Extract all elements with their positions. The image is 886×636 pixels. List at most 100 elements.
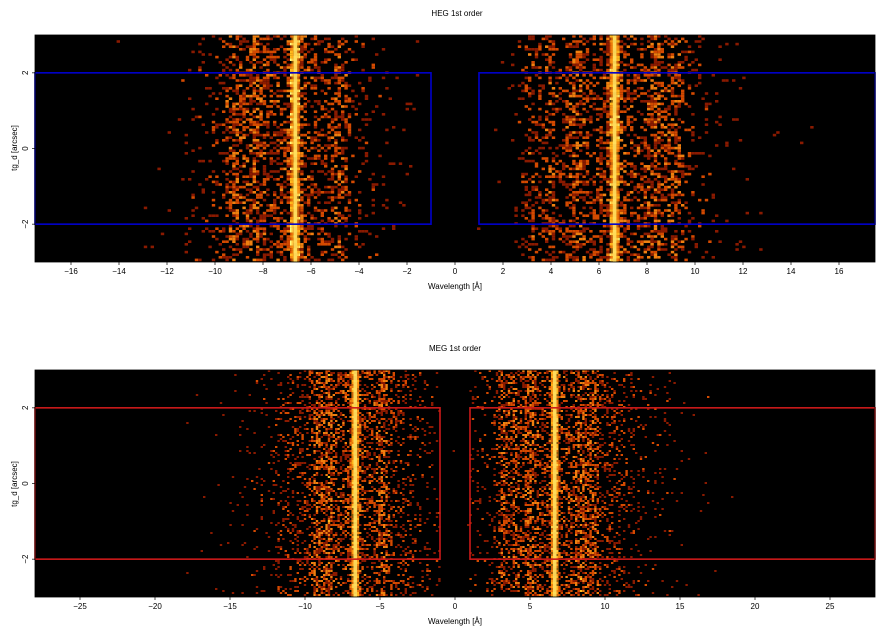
event-pixel <box>626 198 630 202</box>
event-pixel <box>330 398 333 400</box>
event-pixel <box>317 188 321 191</box>
event-pixel <box>674 139 678 142</box>
event-pixel <box>291 528 295 530</box>
event-pixel <box>568 55 573 59</box>
event-pixel <box>334 253 338 256</box>
event-pixel <box>320 538 323 540</box>
event-pixel <box>341 180 345 184</box>
event-pixel <box>335 454 338 456</box>
event-pixel <box>246 514 249 516</box>
event-pixel <box>691 139 695 142</box>
event-pixel <box>277 418 280 420</box>
event-pixel <box>674 154 678 158</box>
event-pixel <box>245 157 250 160</box>
event-pixel <box>330 548 333 550</box>
event-pixel <box>218 206 222 210</box>
event-pixel <box>307 50 311 54</box>
event-pixel <box>538 180 542 184</box>
event-pixel <box>596 144 600 147</box>
event-pixel <box>619 188 624 191</box>
event-pixel <box>647 149 651 152</box>
event-pixel <box>327 438 331 440</box>
event-pixel <box>698 152 702 155</box>
event-pixel <box>524 149 528 152</box>
event-pixel <box>265 388 268 390</box>
event-pixel <box>330 412 333 414</box>
event-pixel <box>337 496 340 498</box>
event-pixel <box>300 105 304 108</box>
event-pixel <box>344 87 348 90</box>
event-pixel <box>249 61 253 64</box>
event-pixel <box>332 466 335 468</box>
event-pixel <box>306 394 309 396</box>
event-pixel <box>313 196 318 199</box>
event-pixel <box>592 217 596 220</box>
event-pixel <box>335 400 338 402</box>
event-pixel <box>330 424 333 426</box>
event-pixel <box>325 388 328 390</box>
event-pixel <box>667 84 671 87</box>
event-pixel <box>311 404 314 406</box>
event-pixel <box>259 37 263 41</box>
event-pixel <box>320 590 323 592</box>
event-pixel <box>296 590 299 592</box>
event-pixel <box>215 237 219 241</box>
event-pixel <box>582 183 586 186</box>
event-pixel <box>283 240 287 243</box>
event-pixel <box>568 115 573 119</box>
event-pixel <box>371 211 375 215</box>
event-pixel <box>653 178 658 181</box>
event-pixel <box>670 123 675 126</box>
event-pixel <box>279 384 283 386</box>
event-pixel <box>286 170 290 173</box>
event-pixel <box>332 520 335 522</box>
event-pixel <box>339 456 343 458</box>
event-pixel <box>538 48 542 51</box>
event-pixel <box>276 84 280 87</box>
event-pixel <box>256 206 260 210</box>
event-pixel <box>337 428 340 430</box>
event-pixel <box>330 172 335 176</box>
event-pixel <box>308 396 311 398</box>
event-pixel <box>256 128 260 132</box>
event-pixel <box>294 580 297 582</box>
event-pixel <box>318 522 321 524</box>
event-pixel <box>300 123 304 126</box>
event-pixel <box>294 590 297 592</box>
event-pixel <box>327 554 331 556</box>
event-pixel <box>643 224 647 228</box>
event-pixel <box>300 178 304 181</box>
event-pixel <box>318 410 321 412</box>
event-pixel <box>664 149 668 152</box>
event-pixel <box>337 240 341 243</box>
event-pixel <box>626 243 630 246</box>
event-pixel <box>677 84 681 87</box>
event-pixel <box>325 534 328 536</box>
event-pixel <box>303 154 307 158</box>
event-pixel <box>585 79 590 82</box>
event-pixel <box>323 586 326 588</box>
event-pixel <box>606 123 610 126</box>
event-pixel <box>332 414 335 416</box>
event-pixel <box>619 201 624 204</box>
event-pixel <box>225 185 229 189</box>
event-pixel <box>311 464 314 466</box>
event-pixel <box>640 55 644 59</box>
event-pixel <box>562 167 566 171</box>
event-pixel <box>521 180 525 184</box>
event-pixel <box>260 378 263 380</box>
event-pixel <box>256 120 260 124</box>
event-pixel <box>339 460 343 462</box>
event-pixel <box>334 172 338 176</box>
event-pixel <box>273 211 277 215</box>
event-pixel <box>623 152 627 155</box>
event-pixel <box>313 486 316 488</box>
event-pixel <box>208 245 212 249</box>
event-pixel <box>633 219 637 223</box>
event-pixel <box>677 144 681 147</box>
x-tick-label: 16 <box>835 267 844 276</box>
event-pixel <box>582 66 586 69</box>
event-pixel <box>647 152 651 155</box>
event-pixel <box>307 224 311 228</box>
event-pixel <box>548 100 552 103</box>
